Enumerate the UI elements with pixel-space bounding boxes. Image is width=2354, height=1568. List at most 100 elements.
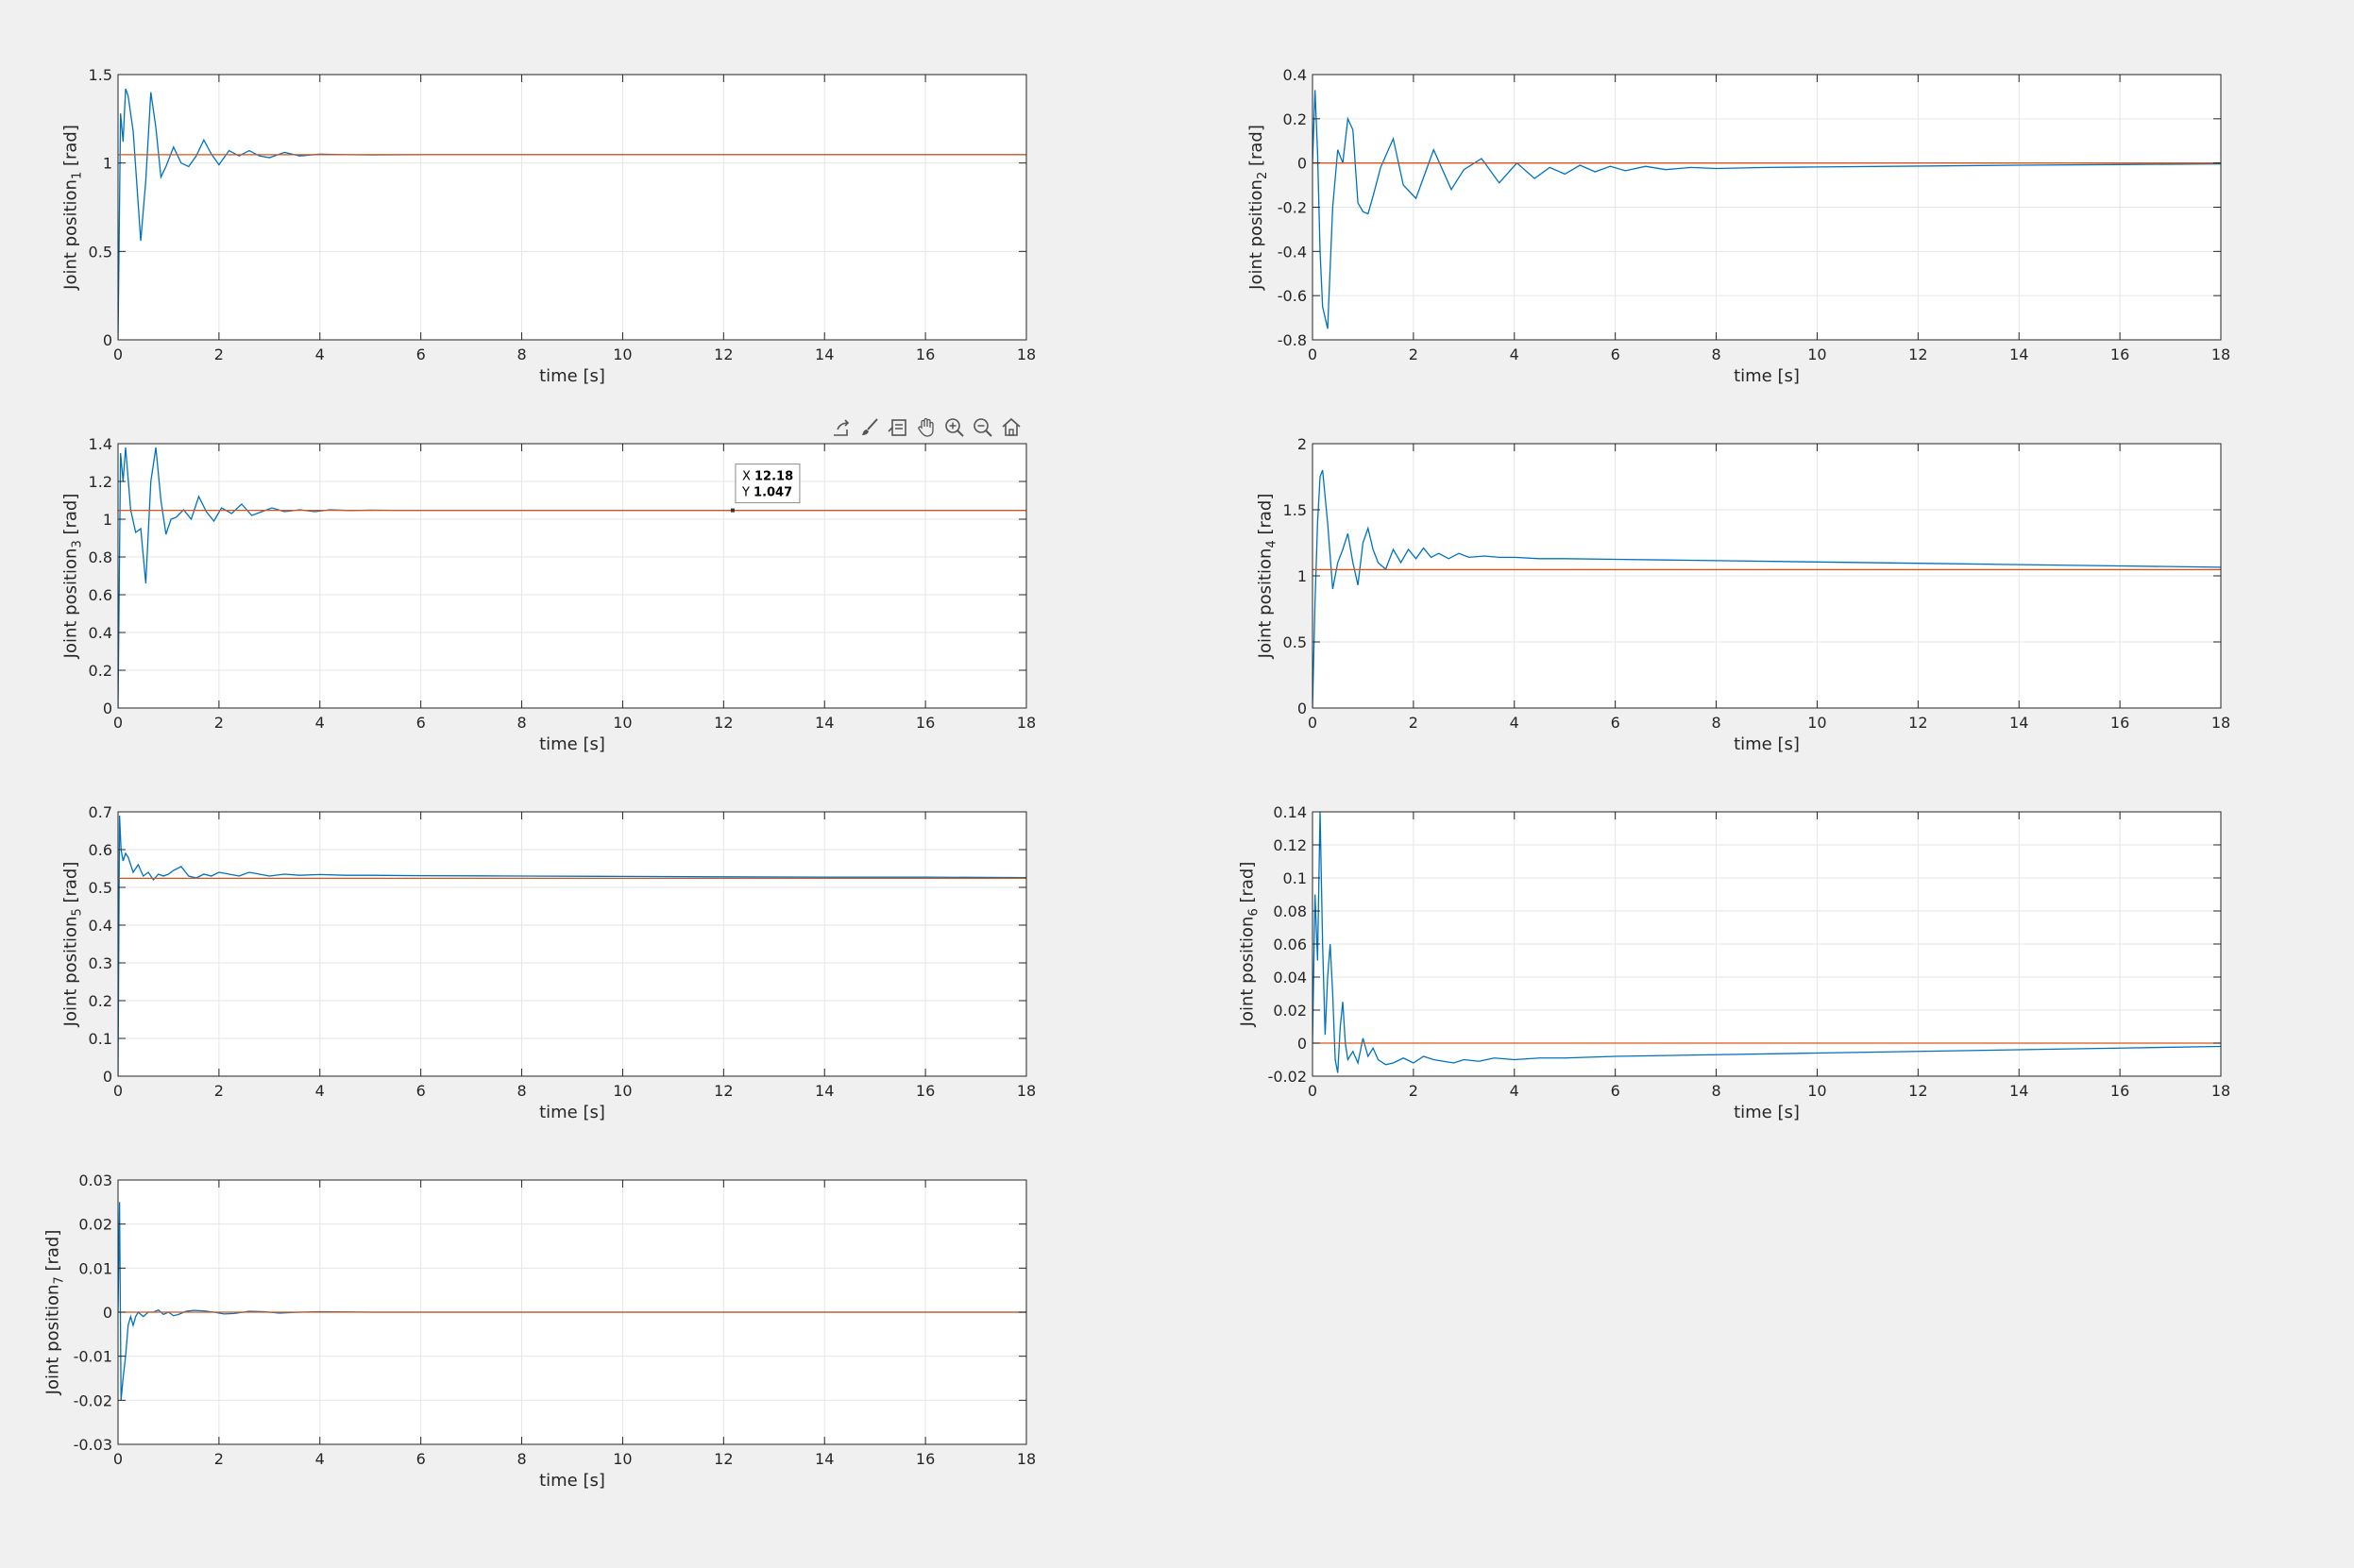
subplot-1[interactable]: 0 2 4 6 8 10 12 14 16 18 0 0.5 1 1.5 time [s] Joint pos…	[61, 66, 1037, 386]
x-tick-label: 4	[1510, 1082, 1519, 1100]
y-tick-label: 1.5	[1283, 501, 1307, 519]
x-tick-label: 14	[2009, 714, 2028, 732]
x-axis-label: time [s]	[1734, 366, 1800, 386]
x-tick-label: 10	[613, 1450, 632, 1468]
x-tick-label: 4	[315, 346, 325, 363]
zoom-in-icon	[945, 418, 964, 437]
y-tick-label: -0.01	[74, 1348, 112, 1366]
y-label-main: Joint position	[43, 1285, 63, 1396]
data-tip-y-row: Y 1.047	[741, 486, 792, 500]
x-tick-label: 2	[214, 346, 224, 363]
subplot-2[interactable]: 0 2 4 6 8 10 12 14 16 18 -0.8 -0.6 -0.4 -0.2 0 0.2 0.4 ti…	[1246, 66, 2230, 386]
x-tick-label: 12	[714, 346, 733, 363]
subplot-3[interactable]: 0 2 4 6 8 10 12 14 16 18 0 0.2 0.4 0.6 0.8 1 1.2 1.4 time …	[61, 435, 1037, 754]
y-label-unit: [rad]	[61, 494, 81, 541]
x-tick-label: 14	[815, 714, 834, 732]
x-tick-label: 2	[1409, 1082, 1418, 1100]
y-label-unit: [rad]	[1256, 494, 1276, 541]
x-tick-label: 0	[1308, 1082, 1317, 1100]
x-tick-label: 2	[214, 1082, 224, 1100]
y-tick-label: -0.03	[74, 1436, 112, 1454]
x-axis-label: time [s]	[539, 366, 605, 386]
x-tick-label: 14	[815, 346, 834, 363]
x-axis-label: time [s]	[1734, 734, 1800, 754]
y-tick-label: 1	[1297, 567, 1307, 585]
subplot-5[interactable]: 0 2 4 6 8 10 12 14 16 18 0 0.1 0.2 0.3 0.4 0.5 0.6 0.7 tim…	[61, 803, 1037, 1122]
x-tick-label: 0	[113, 1450, 123, 1468]
y-label-subscript: 1	[71, 172, 85, 179]
x-tick-label: 10	[613, 714, 632, 732]
x-tick-label: 10	[1807, 714, 1826, 732]
y-tick-label: 1.5	[89, 66, 112, 84]
y-axis-label: Joint position4 [rad]	[1256, 494, 1279, 660]
y-tick-label: 0	[103, 331, 112, 349]
pan-button[interactable]	[914, 415, 939, 440]
y-tick-label: 0	[103, 700, 112, 717]
x-tick-label: 6	[416, 714, 426, 732]
y-tick-label: 0.14	[1273, 803, 1307, 821]
x-tick-label: 16	[2110, 346, 2129, 363]
subplot-7[interactable]: 0 2 4 6 8 10 12 14 16 18 -0.03 -0.02 -0.01 0 0.01 0.02 0…	[43, 1172, 1037, 1491]
zoom-out-icon	[974, 418, 992, 437]
y-tick-label: 0.6	[89, 841, 112, 859]
x-tick-label: 6	[1611, 1082, 1620, 1100]
x-tick-label: 16	[916, 714, 935, 732]
y-tick-label: 1.2	[89, 473, 112, 491]
x-tick-label: 10	[1807, 346, 1826, 363]
export-icon	[834, 419, 850, 436]
x-tick-label: 18	[1017, 714, 1036, 732]
x-tick-label: 8	[517, 1082, 526, 1100]
y-axis-label: Joint position2 [rad]	[1246, 125, 1270, 291]
y-label-main: Joint position	[61, 917, 81, 1028]
y-tick-label: 0.5	[1283, 633, 1307, 651]
x-tick-label: 14	[815, 1082, 834, 1100]
y-tick-label: 0.5	[89, 879, 112, 897]
plot-area[interactable]	[118, 812, 1026, 1076]
x-tick-label: 12	[714, 714, 733, 732]
x-tick-label: 6	[416, 1450, 426, 1468]
y-tick-label: -0.02	[1268, 1068, 1307, 1086]
x-tick-label: 12	[1908, 1082, 1927, 1100]
x-tick-label: 6	[1611, 346, 1620, 363]
x-tick-label: 0	[113, 1082, 123, 1100]
x-tick-label: 0	[113, 346, 123, 363]
y-tick-label: 0.8	[89, 548, 112, 566]
y-tick-label: 0.1	[89, 1030, 112, 1048]
data-tip-x-label: X	[742, 470, 754, 484]
data-tip-marker	[730, 508, 735, 513]
plot-area[interactable]	[118, 75, 1026, 340]
brush-button[interactable]	[857, 415, 882, 440]
x-tick-label: 0	[1308, 346, 1317, 363]
y-tick-label: 1	[103, 511, 112, 529]
y-tick-label: 0.4	[1283, 66, 1307, 84]
x-tick-label: 2	[214, 714, 224, 732]
x-tick-label: 16	[2110, 714, 2129, 732]
y-tick-label: -0.8	[1278, 331, 1307, 349]
x-tick-label: 18	[2211, 346, 2230, 363]
x-tick-label: 14	[815, 1450, 834, 1468]
zoom-out-button[interactable]	[971, 415, 995, 440]
data-tips-button[interactable]	[886, 415, 910, 440]
y-tick-label: 0.5	[89, 243, 112, 261]
y-tick-label: -0.4	[1278, 243, 1307, 261]
y-axis-label: Joint position6 [rad]	[1238, 862, 1262, 1028]
subplot-4[interactable]: 0 2 4 6 8 10 12 14 16 18 0 0.5 1 1.5 2 time [s] Joint po…	[1256, 435, 2231, 754]
y-tick-label: 0.01	[78, 1259, 112, 1277]
y-tick-label: 1.4	[89, 435, 112, 453]
y-label-unit: [rad]	[61, 862, 81, 909]
subplot-6[interactable]: 0 2 4 6 8 10 12 14 16 18-0.0200.020.040.060.080.1…	[1238, 803, 2231, 1122]
x-tick-label: 12	[714, 1082, 733, 1100]
data-tip-y-value: 1.047	[754, 486, 792, 500]
y-tick-label: -0.02	[74, 1391, 112, 1409]
zoom-in-button[interactable]	[942, 415, 967, 440]
data-tips-icon	[888, 419, 906, 436]
data-tip-x-value: 12.18	[754, 470, 793, 484]
plot-area[interactable]	[118, 444, 1026, 708]
home-button[interactable]	[999, 415, 1024, 440]
x-tick-label: 8	[517, 346, 526, 363]
x-tick-label: 12	[1908, 346, 1927, 363]
x-tick-label: 16	[916, 1082, 935, 1100]
x-axis-label: time [s]	[539, 734, 605, 754]
export-button[interactable]	[829, 415, 854, 440]
x-axis-label: time [s]	[539, 1471, 605, 1491]
